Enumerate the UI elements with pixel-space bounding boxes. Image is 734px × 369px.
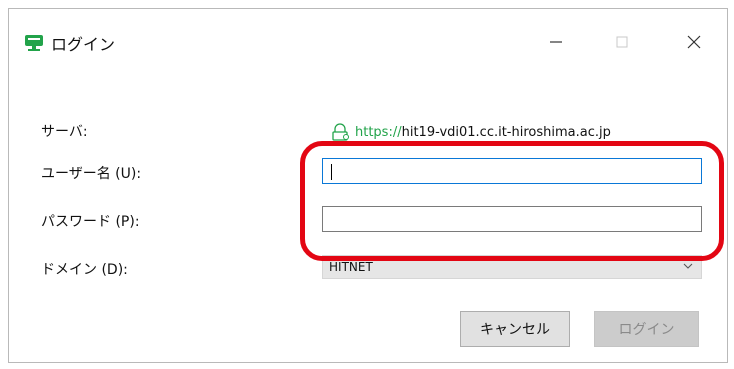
server-url-prefix: https:// [355, 124, 402, 140]
login-button[interactable]: ログイン [594, 311, 699, 347]
monitor-icon [25, 35, 43, 51]
server-label: サーバ: [41, 124, 88, 140]
username-label: ユーザー名 (U): [41, 166, 142, 182]
password-label: パスワード (P): [41, 214, 140, 230]
server-url-host: hit19-vdi01.cc.it-hiroshima.ac.jp [401, 124, 611, 140]
maximize-button[interactable] [604, 27, 640, 57]
lock-icon [332, 123, 349, 141]
highlight-annotation [300, 141, 724, 261]
chevron-down-icon [683, 263, 693, 269]
server-url: https://hit19-vdi01.cc.it-hiroshima.ac.j… [331, 123, 611, 141]
login-dialog: ログイン サーバ: https://hit19-vdi01.cc.it-hiro… [8, 8, 728, 363]
cancel-button-label: キャンセル [480, 322, 550, 338]
title-bar: ログイン [9, 9, 727, 69]
domain-label: ドメイン (D): [41, 262, 128, 278]
domain-value: HITNET [329, 260, 373, 274]
minimize-icon [550, 41, 562, 43]
close-icon [687, 35, 701, 49]
maximize-icon [616, 36, 628, 48]
close-button[interactable] [676, 27, 712, 57]
cancel-button[interactable]: キャンセル [460, 311, 570, 347]
minimize-button[interactable] [538, 27, 574, 57]
window-title: ログイン [51, 35, 116, 54]
login-button-label: ログイン [618, 322, 675, 338]
